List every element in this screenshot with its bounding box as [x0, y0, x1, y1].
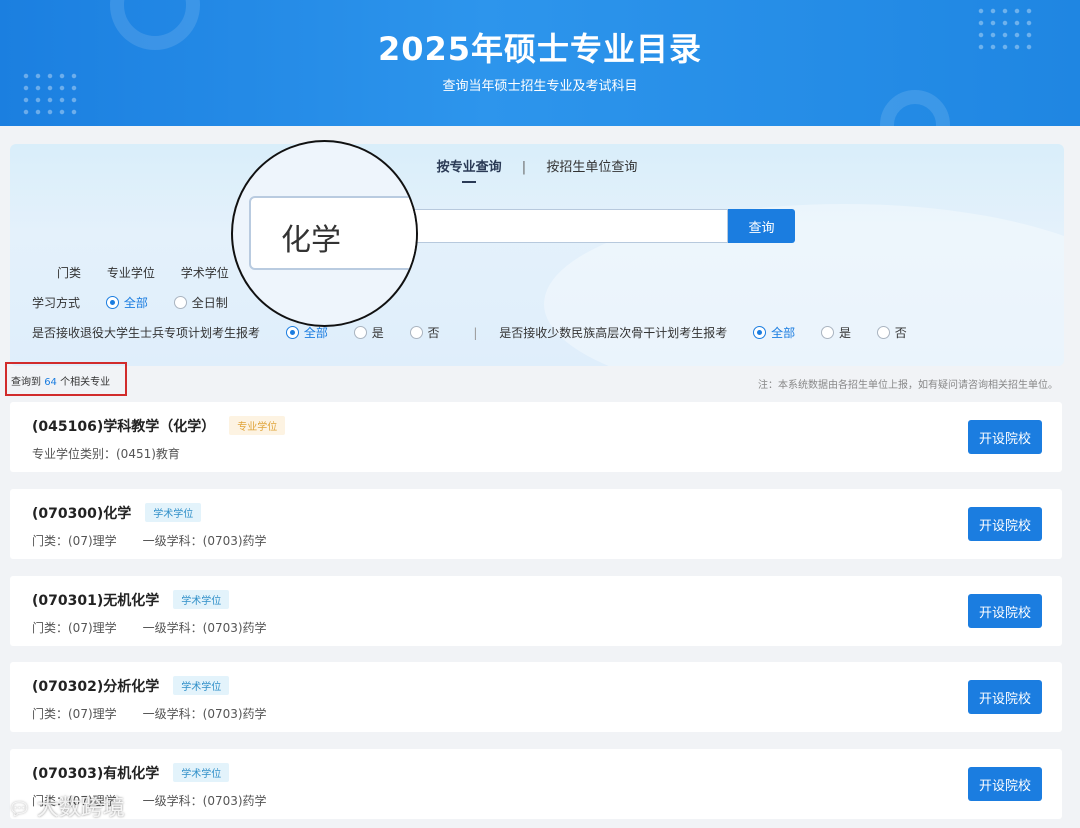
- filter-veteran-label: 是否接收退役大学生士兵专项计划考生报考: [32, 326, 261, 340]
- result-count-number: 64: [44, 377, 57, 388]
- filter-category-option[interactable]: 专业学位: [107, 264, 155, 281]
- data-source-note: 注：本系统数据由各招生单位上报，如有疑问请咨询相关招生单位。: [758, 380, 1058, 391]
- decor-ring: [880, 90, 950, 126]
- search-button[interactable]: 查询: [728, 209, 795, 243]
- degree-type-tag: 学术学位: [173, 676, 230, 695]
- degree-type-tag: 学术学位: [145, 503, 202, 522]
- major-card: (070301)无机化学 学术学位 门类：(07)理学 一级学科：(0703)药学 …: [10, 576, 1062, 646]
- radio-icon: [409, 326, 423, 339]
- view-institutions-button[interactable]: 开设院校: [968, 680, 1042, 714]
- tab-by-institution[interactable]: 按招生单位查询: [546, 156, 637, 175]
- radio-veteran-yes[interactable]: 是: [353, 324, 384, 341]
- major-card: (045106)学科教学（化学） 专业学位 专业学位类别：(0451)教育 开设院…: [10, 402, 1062, 472]
- filter-study-mode: 学习方式 全部 全日制: [32, 294, 250, 311]
- magnifier-overlay: 化学: [231, 140, 418, 327]
- radio-selected-icon: [753, 326, 767, 339]
- filter-separator: |: [473, 326, 478, 340]
- major-title: (070301)无机化学 学术学位: [32, 590, 230, 610]
- radio-icon: [876, 326, 890, 339]
- filter-minority-label: 是否接收少数民族高层次骨干计划考生报考: [499, 326, 728, 340]
- radio-icon: [820, 326, 834, 339]
- filter-category: 门类 专业学位 学术学位: [57, 264, 251, 281]
- page-banner: 2025年硕士专业目录 查询当年硕士招生专业及考试科目: [0, 0, 1080, 126]
- major-meta: 门类：(07)理学 一级学科：(0703)药学: [32, 707, 267, 721]
- degree-type-tag: 学术学位: [173, 590, 230, 609]
- chat-bubble-icon: 💬︎: [8, 799, 31, 820]
- radio-minority-yes[interactable]: 是: [820, 324, 851, 341]
- radio-icon: [353, 326, 367, 339]
- radio-veteran-no[interactable]: 否: [409, 324, 440, 341]
- filter-study-mode-label: 学习方式: [32, 296, 81, 310]
- page-title: 2025年硕士专业目录: [377, 30, 703, 68]
- major-card: (070302)分析化学 学术学位 门类：(07)理学 一级学科：(0703)药学 …: [10, 662, 1062, 732]
- radio-icon: [173, 296, 187, 309]
- major-card: (070300)化学 学术学位 门类：(07)理学 一级学科：(0703)药学 开设…: [10, 489, 1062, 559]
- search-panel: 按专业查询 | 按招生单位查询 查询 门类 专业学位 学术学位 学习方式 全部 …: [10, 144, 1064, 366]
- tab-separator: |: [521, 160, 527, 175]
- major-meta: 门类：(07)理学 一级学科：(0703)药学: [32, 621, 267, 635]
- radio-minority-no[interactable]: 否: [876, 324, 907, 341]
- major-meta: 专业学位类别：(0451)教育: [32, 447, 180, 461]
- radio-study-all[interactable]: 全部: [105, 294, 148, 311]
- filter-plans: 是否接收退役大学生士兵专项计划考生报考 全部 是 否 | 是否接收少数民族高层次…: [32, 324, 929, 341]
- page-subtitle: 查询当年硕士招生专业及考试科目: [442, 79, 638, 94]
- view-institutions-button[interactable]: 开设院校: [968, 767, 1042, 801]
- major-title: (070302)分析化学 学术学位: [32, 676, 230, 696]
- radio-selected-icon: [285, 326, 299, 339]
- tab-by-major[interactable]: 按专业查询: [437, 156, 502, 183]
- search-tabs: 按专业查询 | 按招生单位查询: [10, 156, 1064, 183]
- watermark: 💬︎ 大数跨境: [8, 796, 125, 821]
- filter-category-option[interactable]: 学术学位: [181, 264, 229, 281]
- magnified-search-text: 化学: [281, 223, 341, 258]
- radio-study-fulltime[interactable]: 全日制: [173, 294, 228, 311]
- major-title: (070303)有机化学 学术学位: [32, 763, 230, 783]
- view-institutions-button[interactable]: 开设院校: [968, 420, 1042, 454]
- degree-type-tag: 专业学位: [229, 416, 286, 435]
- major-meta: 门类：(07)理学 一级学科：(0703)药学: [32, 534, 267, 548]
- result-count: 查询到 64 个相关专业: [5, 362, 127, 396]
- major-title: (045106)学科教学（化学） 专业学位: [32, 416, 286, 436]
- major-card: (070303)有机化学 学术学位 门类：(07)理学 一级学科：(0703)药学 …: [10, 749, 1062, 819]
- radio-minority-all[interactable]: 全部: [753, 324, 795, 341]
- radio-selected-icon: [105, 296, 119, 309]
- filter-category-label: 门类: [57, 266, 82, 280]
- major-title: (070300)化学 学术学位: [32, 503, 202, 523]
- view-institutions-button[interactable]: 开设院校: [968, 507, 1042, 541]
- degree-type-tag: 学术学位: [173, 763, 230, 782]
- view-institutions-button[interactable]: 开设院校: [968, 594, 1042, 628]
